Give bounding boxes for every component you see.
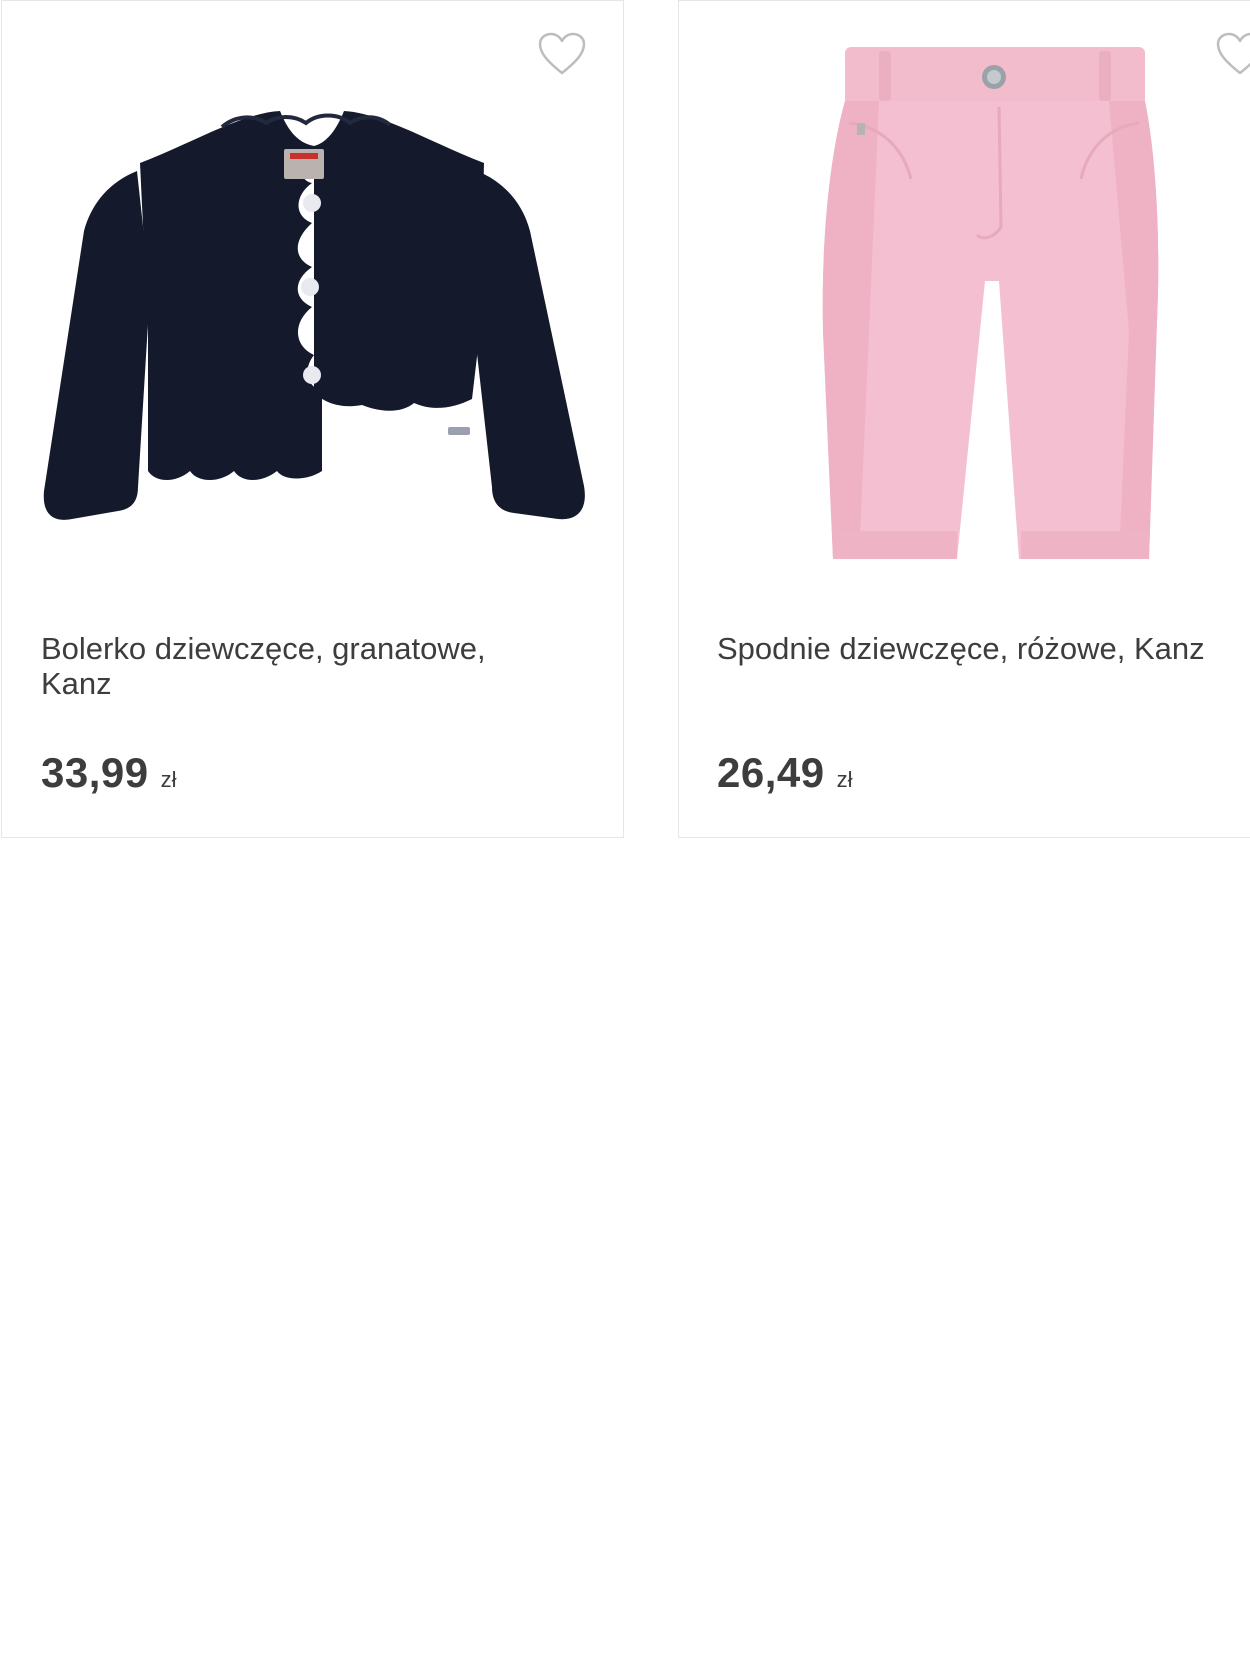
price-currency: zł <box>160 767 177 792</box>
price-value: 26,49 <box>717 749 825 796</box>
product-image[interactable] <box>699 31 1250 571</box>
product-price: 33,99 zł <box>41 749 177 797</box>
product-card[interactable]: Bolerko dziewczęce, granatowe, Kanz 33,9… <box>1 0 624 838</box>
product-name[interactable]: Bolerko dziewczęce, granatowe, Kanz <box>41 631 561 701</box>
pink-trousers-image <box>822 47 1159 559</box>
product-image[interactable] <box>22 31 602 571</box>
navy-cardigan-image <box>43 111 585 520</box>
price-currency: zł <box>836 767 853 792</box>
product-price: 26,49 zł <box>717 749 853 797</box>
product-name[interactable]: Spodnie dziewczęce, różowe, Kanz <box>717 631 1250 666</box>
product-grid: Bolerko dziewczęce, granatowe, Kanz 33,9… <box>0 0 1250 840</box>
product-card[interactable]: Spodnie dziewczęce, różowe, Kanz 26,49 z… <box>678 0 1250 838</box>
price-value: 33,99 <box>41 749 149 796</box>
